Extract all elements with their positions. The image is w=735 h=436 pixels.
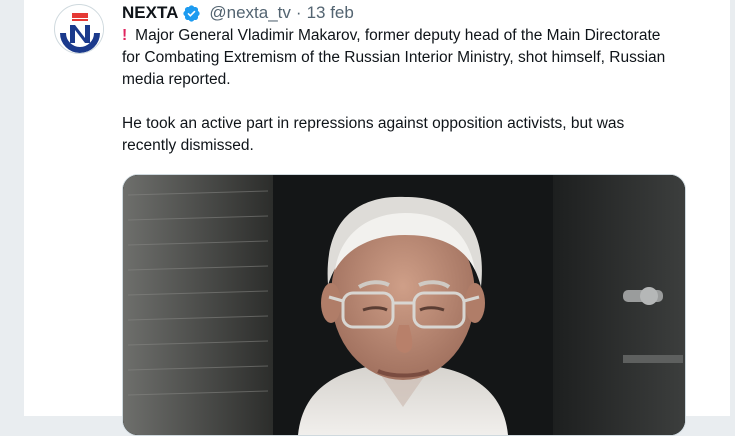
nexta-logo-icon bbox=[56, 6, 103, 53]
author-handle[interactable]: @nexta_tv bbox=[209, 3, 291, 23]
tweet-paragraph-2: He took an active part in repressions ag… bbox=[122, 115, 625, 154]
verified-badge-icon bbox=[183, 4, 200, 22]
nexta-avatar[interactable] bbox=[54, 4, 104, 54]
tweet-paragraph-1: ! Major General Vladimir Makarov, former … bbox=[122, 25, 682, 91]
tweet-header: NEXTA @nexta_tv · 13 feb bbox=[122, 2, 354, 24]
tweet-text: ! Major General Vladimir Makarov, former … bbox=[122, 25, 682, 157]
tweet-date[interactable]: 13 feb bbox=[307, 3, 354, 23]
author-name[interactable]: NEXTA bbox=[122, 3, 178, 23]
exclamation-icon: ! bbox=[122, 27, 128, 44]
header-separator: · bbox=[295, 3, 302, 22]
tweet-paragraph-1-text: Major General Vladimir Makarov, former d… bbox=[122, 27, 666, 88]
man-with-glasses-photo bbox=[123, 175, 685, 435]
tweet-media-image[interactable] bbox=[122, 174, 686, 436]
